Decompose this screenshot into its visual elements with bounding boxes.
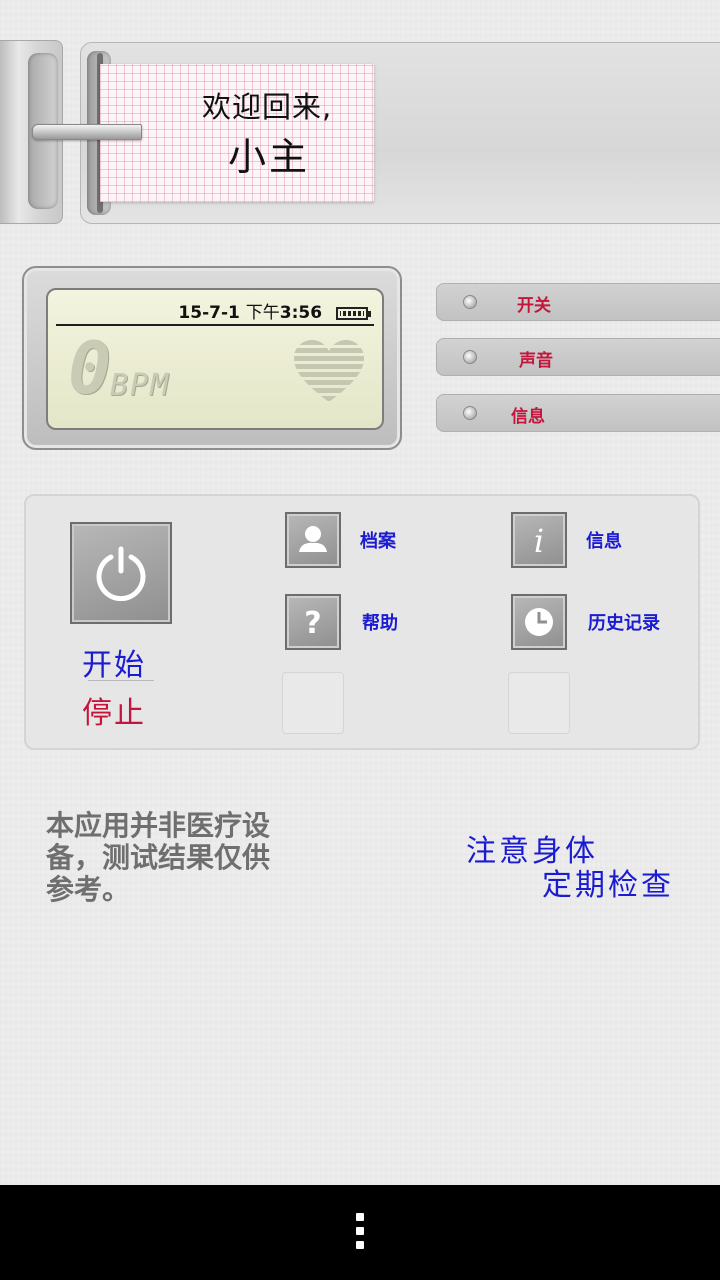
profile-button[interactable] [285, 512, 341, 568]
power-icon [96, 546, 146, 601]
info-label[interactable]: 信息 [586, 527, 622, 553]
empty-slot [508, 672, 570, 734]
stop-button[interactable]: 停止 [82, 688, 146, 732]
start-button[interactable]: 开始 [82, 640, 146, 684]
welcome-greeting: 欢迎回来, [202, 90, 333, 124]
lcd-screen: 15-7-1 下午3:56 0 BPM [46, 288, 384, 430]
lcd-date: 15-7-1 [178, 303, 240, 323]
start-stop-divider [88, 680, 154, 681]
pin-icon [32, 124, 142, 140]
lcd-time: 3:56 [279, 303, 323, 323]
toggle-power-label: 开关 [517, 296, 551, 316]
toggle-power[interactable]: 开关 [436, 283, 720, 321]
svg-text:i: i [534, 522, 544, 560]
slogan-line2: 定期检查 [542, 868, 674, 903]
svg-text:?: ? [304, 606, 321, 641]
menu-dots-icon[interactable] [354, 1213, 366, 1253]
history-label[interactable]: 历史记录 [588, 609, 660, 635]
toggle-message[interactable]: 信息 [436, 394, 720, 432]
welcome-username: 小主 [228, 135, 311, 179]
bpm-value: 0 [68, 326, 112, 410]
empty-slot [282, 672, 344, 734]
history-button[interactable] [511, 594, 567, 650]
lcd-ampm: 下午 [245, 303, 280, 323]
info-button[interactable]: i [511, 512, 567, 568]
help-label[interactable]: 帮助 [362, 609, 398, 635]
led-indicator-icon [463, 350, 477, 364]
led-indicator-icon [463, 406, 477, 420]
led-indicator-icon [463, 295, 477, 309]
toggle-sound[interactable]: 声音 [436, 338, 720, 376]
profile-label[interactable]: 档案 [360, 527, 396, 553]
toggle-sound-label: 声音 [519, 351, 553, 371]
heart-rate-display: 15-7-1 下午3:56 0 BPM [22, 266, 402, 450]
disclaimer-text: 本应用并非医疗设备，测试结果仅供参考。 [46, 809, 271, 906]
bpm-unit: BPM [110, 368, 171, 403]
info-icon: i [534, 522, 544, 560]
toggle-message-label: 信息 [511, 407, 545, 427]
clock-icon [525, 608, 553, 636]
help-icon: ? [304, 606, 321, 641]
help-button[interactable]: ? [285, 594, 341, 650]
power-button[interactable] [70, 522, 172, 624]
system-nav-bar [0, 1185, 720, 1280]
lcd-status-bar: 15-7-1 下午3:56 [178, 298, 371, 323]
profile-icon [299, 526, 327, 552]
battery-icon [336, 306, 371, 320]
heart-icon [294, 340, 364, 401]
